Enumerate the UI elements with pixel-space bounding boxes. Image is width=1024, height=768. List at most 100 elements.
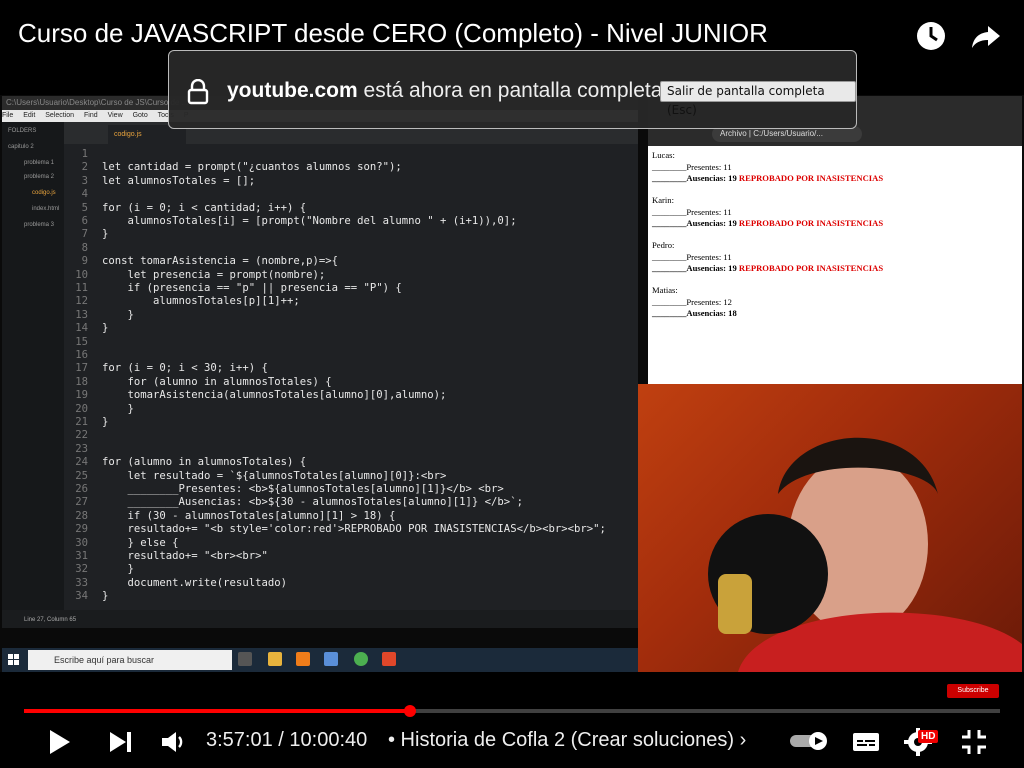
code-line: ________Presentes: <b>${alumnosTotales[a… [102, 483, 504, 495]
chapter-text: • Historia de Cofla 2 (Crear soluciones) [388, 729, 735, 751]
line-number: 12 [75, 295, 88, 308]
exit-fullscreen-icon[interactable] [958, 726, 990, 758]
share-icon[interactable] [968, 18, 1004, 54]
windows-taskbar: Escribe aquí para buscar [2, 648, 638, 672]
subtitles-icon[interactable] [850, 726, 882, 758]
student-ausencias-line: ________Ausencias: 19 REPROBADO POR INAS… [652, 263, 883, 273]
line-number: 32 [75, 563, 88, 576]
code-line: } [102, 590, 109, 603]
line-number: 16 [75, 349, 88, 361]
code-line: } [102, 228, 109, 241]
chapter-title[interactable]: • Historia de Cofla 2 (Crear soluciones)… [388, 729, 746, 752]
code-line: } [102, 322, 109, 335]
student-ausencias-line: ________Ausencias: 18 [652, 308, 737, 318]
line-number: 17 [75, 362, 88, 375]
menu-view: View [107, 112, 123, 119]
line-number: 31 [75, 550, 88, 562]
exit-fullscreen-button[interactable]: Salir de pantalla completa (Esc) [660, 81, 856, 117]
menu-file: File [2, 112, 14, 119]
time-display: 3:57:01 / 10:00:40 [206, 729, 367, 752]
volume-icon[interactable] [156, 726, 188, 758]
line-number: 22 [75, 429, 88, 442]
line-number: 4 [81, 188, 88, 201]
lock-icon [187, 79, 209, 105]
student-ausencias-line: ________Ausencias: 19 REPROBADO POR INAS… [652, 218, 883, 228]
fullscreen-notice: youtube.com está ahora en pantalla compl… [168, 50, 857, 129]
hd-badge: HD [918, 730, 939, 743]
line-number: 21 [75, 416, 88, 428]
line-number: 25 [75, 469, 88, 482]
sidebar-item: problema 1 [24, 160, 55, 166]
line-number: 3 [81, 174, 88, 187]
windows-start-icon [8, 654, 19, 665]
current-time: 3:57:01 [206, 729, 273, 751]
student-presentes: ________Presentes: 12 [652, 297, 732, 307]
code-line: alumnosTotales[p][1]++; [102, 295, 300, 308]
autoplay-toggle[interactable] [790, 732, 830, 750]
code-line: for (i = 0; i < 30; i++) { [102, 362, 268, 375]
line-number: 10 [75, 268, 88, 281]
line-number: 23 [75, 442, 88, 455]
task-view-icon [238, 652, 252, 666]
progress-bar[interactable] [24, 705, 1000, 717]
line-number: 11 [75, 282, 88, 294]
code-line: document.write(resultado) [102, 576, 287, 589]
line-number: 13 [75, 308, 88, 321]
line-number: 15 [75, 335, 88, 348]
chapter-chevron-icon: › [739, 729, 747, 751]
next-icon[interactable] [104, 726, 136, 758]
student-ausencias-line: ________Ausencias: 19 REPROBADO POR INAS… [652, 173, 883, 183]
line-number: 24 [75, 456, 88, 469]
sidebar-item: problema 2 [24, 174, 55, 180]
play-icon[interactable] [42, 726, 74, 758]
video-title[interactable]: Curso de JAVASCRIPT desde CERO (Completo… [18, 18, 768, 49]
line-number: 5 [81, 201, 88, 214]
code-line: let cantidad = prompt("¿cuantos alumnos … [102, 161, 402, 174]
code-line: let alumnosTotales = []; [102, 174, 256, 187]
menu-goto: Goto [132, 112, 148, 119]
line-number: 28 [75, 509, 88, 522]
duration: 10:00:40 [289, 729, 368, 751]
student-name: Pedro: [652, 240, 675, 250]
student-ausencias: ________Ausencias: 19 [652, 218, 737, 228]
progress-scrubber[interactable] [403, 705, 416, 717]
notepad-icon [324, 652, 338, 666]
line-number: 14 [75, 322, 88, 335]
sidebar-header: FOLDERS [8, 128, 37, 134]
line-number: 6 [81, 215, 88, 227]
student-presentes: ________Presentes: 11 [652, 207, 732, 217]
student-status: REPROBADO POR INASISTENCIAS [738, 263, 884, 273]
code-editor: C:\Users\Usuario\Desktop\Curso de JS\Cur… [2, 96, 638, 628]
code-line: for (alumno in alumnosTotales) { [102, 375, 332, 388]
code-line: ________Ausencias: <b>${30 - alumnosTota… [102, 496, 523, 509]
line-number: 8 [81, 241, 88, 254]
code-line: if (30 - alumnosTotales[alumno][1] > 18)… [102, 509, 396, 522]
browser-window: Archivo | C:/Users/Usuario/... Lucas: __… [648, 96, 1022, 384]
fullscreen-domain: youtube.com [227, 79, 358, 102]
line-number: 2 [81, 161, 88, 174]
taskbar-search: Escribe aquí para buscar [28, 650, 232, 670]
student-presentes: ________Presentes: 11 [652, 252, 732, 262]
code-line: } [102, 563, 134, 576]
code-line: let resultado = `${alumnosTotales[alumno… [102, 469, 447, 482]
subscribe-watermark[interactable]: Subscribe [947, 684, 999, 698]
code-line: } [102, 402, 134, 415]
code-line: let presencia = prompt(nombre); [102, 268, 326, 281]
code-line: resultado+= "<br><br>" [102, 550, 268, 562]
editor-sidebar: FOLDERS capitulo 2 problema 1 problema 2… [2, 122, 64, 628]
student-ausencias: ________Ausencias: 19 [652, 173, 737, 183]
fullscreen-message: youtube.com está ahora en pantalla compl… [227, 79, 662, 103]
student-name: Matias: [652, 285, 678, 295]
watch-later-icon[interactable] [913, 18, 949, 54]
chrome-icon [354, 652, 368, 666]
line-number: 26 [75, 483, 88, 495]
student-name: Lucas: [652, 150, 675, 160]
app-icon [382, 652, 396, 666]
code-line: } [102, 416, 109, 428]
student-ausencias: ________Ausencias: 19 [652, 263, 737, 273]
student-presentes: ________Presentes: 11 [652, 162, 732, 172]
code-line: tomarAsistencia(alumnosTotales[alumno][0… [102, 389, 447, 402]
code-line: for (alumno in alumnosTotales) { [102, 456, 307, 469]
student-ausencias: ________Ausencias: 18 [652, 308, 737, 318]
editor-status: Line 27, Column 65 [2, 610, 638, 628]
